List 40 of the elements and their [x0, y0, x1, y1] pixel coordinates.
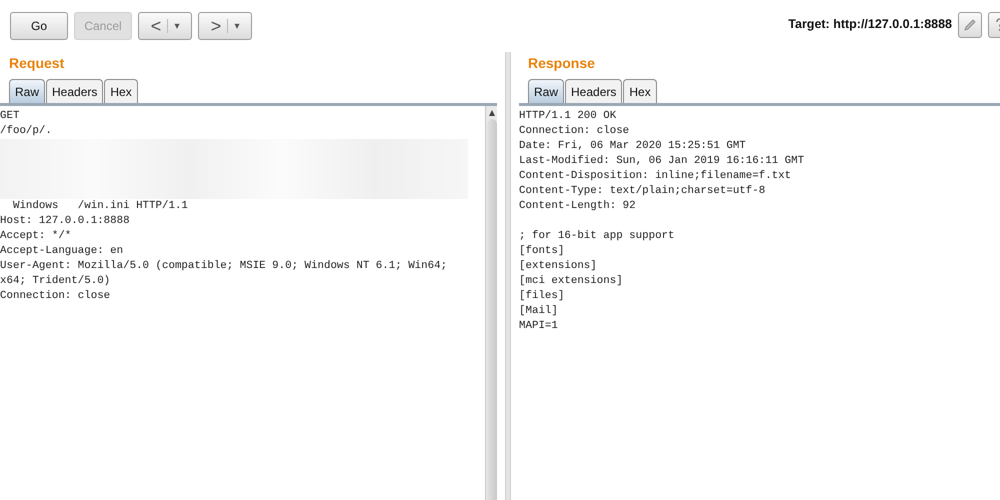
code-line: x64; Trident/5.0) — [0, 274, 112, 289]
code-line: Content-Type: text/plain;charset=utf-8 — [519, 184, 766, 199]
scroll-up-icon[interactable] — [488, 109, 496, 117]
code-line: [Mail] — [519, 304, 559, 319]
tab[interactable]: Headers — [565, 79, 622, 103]
tab[interactable]: Headers — [46, 79, 104, 103]
tab[interactable]: Hex — [104, 79, 138, 103]
target-label: Target: http://127.0.0.1:8888 — [788, 16, 952, 33]
go-button[interactable]: Go — [10, 12, 68, 40]
code-line: Date: Fri, 06 Mar 2020 15:25:51 GMT — [519, 139, 747, 154]
scrollbar[interactable] — [485, 106, 497, 500]
code-line: MAPI=1 — [519, 319, 559, 334]
panel-title: Request — [8, 54, 66, 73]
code-line: Connection: close — [519, 124, 630, 139]
code-line: User-Agent: Mozilla/5.0 (compatible; MSIE 9.0; Windows NT 6.1; Win64; — [0, 259, 448, 274]
code-line: Last-Modified: Sun, 06 Jan 2019 16:16:11 GMT — [519, 154, 806, 169]
splitter-handle[interactable] — [505, 52, 511, 500]
code-line: Connection: close — [0, 289, 112, 304]
code-line: [extensions] — [519, 259, 598, 274]
code-line: Accept-Language: en — [0, 244, 124, 259]
code-line: Content-Length: 92 — [519, 199, 637, 214]
code-line: GET — [0, 109, 20, 124]
pencil-icon — [963, 18, 977, 32]
code-line: Accept: */* — [0, 229, 72, 244]
tab[interactable]: Hex — [623, 79, 657, 103]
code-line: Host: 127.0.0.1:8888 — [0, 214, 131, 229]
tab[interactable]: Raw — [9, 79, 46, 103]
forward-button[interactable]: > ▾ — [198, 12, 252, 40]
edit-button[interactable] — [958, 12, 982, 38]
code-line: /foo/p/. — [0, 124, 53, 139]
tab[interactable]: Raw — [528, 79, 564, 103]
code-line: Content-Disposition: inline;filename=f.txt — [519, 169, 792, 184]
code-line: [files] — [519, 289, 566, 304]
panel-title: Response — [527, 54, 596, 73]
code-line: [mci extensions] — [519, 274, 624, 289]
code-line: ; for 16-bit app support — [519, 229, 676, 244]
code-line: [fonts] — [519, 244, 566, 259]
back-button[interactable]: < ▾ — [138, 12, 192, 40]
code-line: Windows /win.ini HTTP/1.1 — [12, 199, 189, 214]
code-line: HTTP/1.1 200 OK — [519, 109, 618, 124]
